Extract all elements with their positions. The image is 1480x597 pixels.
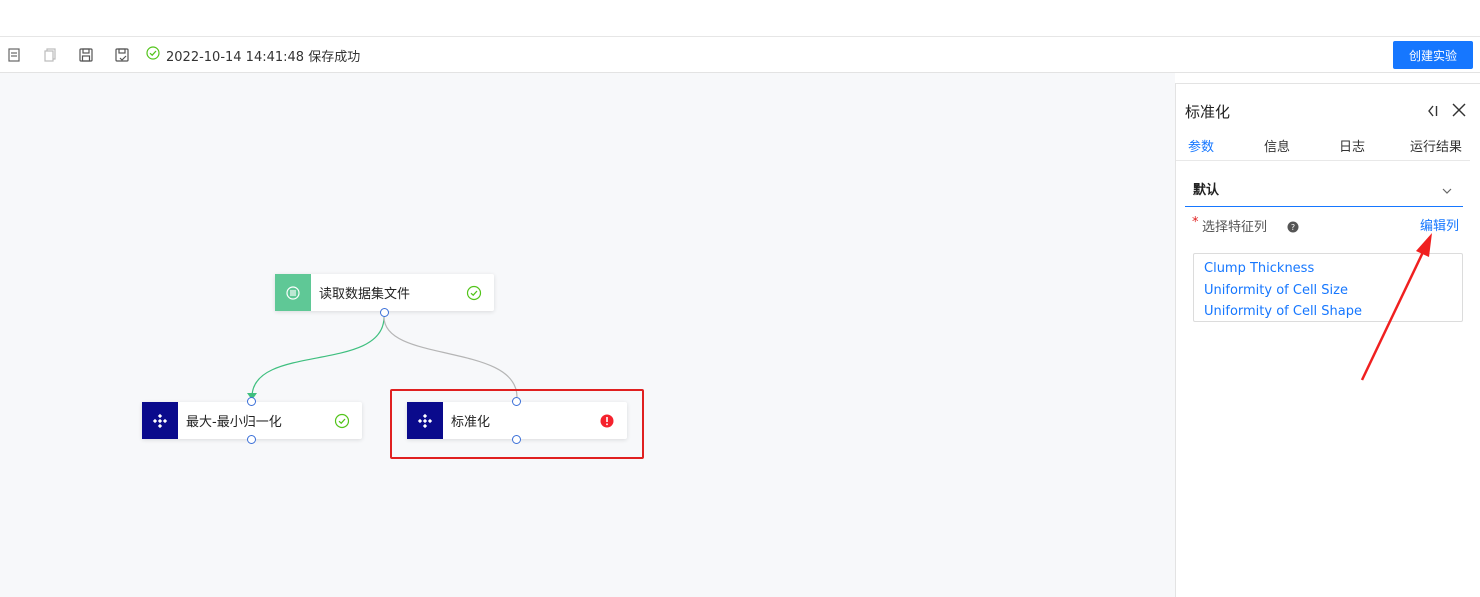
feature-columns-field: * 选择特征列 ? 编辑列 xyxy=(1192,214,1462,235)
save-status-text: 2022-10-14 14:41:48 保存成功 xyxy=(166,49,361,65)
chevron-down-icon xyxy=(1441,182,1453,194)
properties-panel: 标准化 参数 信息 日志 运行结果 默认 * 选择特征列 ? 编辑列 Clump… xyxy=(1175,83,1480,597)
node-label: 最大-最小归一化 xyxy=(186,415,282,430)
panel-title: 标准化 xyxy=(1185,103,1231,121)
success-icon xyxy=(334,413,350,429)
tab-params[interactable]: 参数 xyxy=(1188,136,1214,155)
success-icon xyxy=(466,285,482,301)
component-icon xyxy=(142,402,178,439)
tab-info[interactable]: 信息 xyxy=(1264,136,1290,155)
edges xyxy=(247,316,518,400)
edit-columns-link[interactable]: 编辑列 xyxy=(1420,215,1459,234)
copy-icon[interactable] xyxy=(5,46,23,64)
save-icon[interactable] xyxy=(77,46,95,64)
node-label: 读取数据集文件 xyxy=(319,287,411,302)
input-port[interactable] xyxy=(247,397,256,406)
create-experiment-button[interactable]: 创建实验 xyxy=(1393,41,1473,69)
duplicate-icon[interactable] xyxy=(41,46,59,64)
list-item: Clump Thickness xyxy=(1204,261,1315,276)
workflow-canvas[interactable]: 读取数据集文件 最大-最小归一化 标准化 xyxy=(0,73,1175,597)
save-status: 2022-10-14 14:41:48 保存成功 xyxy=(146,46,361,65)
tab-results[interactable]: 运行结果 xyxy=(1410,136,1462,155)
panel-tabs: 参数 信息 日志 运行结果 xyxy=(1176,132,1470,161)
section-label: 默认 xyxy=(1193,183,1220,198)
top-bar xyxy=(0,0,1480,37)
svg-text:?: ? xyxy=(1291,223,1295,232)
list-item: Uniformity of Cell Shape xyxy=(1204,304,1363,319)
node-minmax-normalize[interactable]: 最大-最小归一化 xyxy=(142,402,362,439)
node-read-dataset[interactable]: 读取数据集文件 xyxy=(275,274,494,311)
output-port[interactable] xyxy=(380,308,389,317)
required-mark: * xyxy=(1192,215,1199,230)
help-icon[interactable]: ? xyxy=(1287,218,1299,233)
tab-logs[interactable]: 日志 xyxy=(1339,136,1365,155)
selected-columns-list: Clump Thickness Uniformity of Cell Size … xyxy=(1193,253,1463,322)
edge-read-to-minmax xyxy=(251,316,385,398)
dataset-icon xyxy=(275,274,311,311)
field-label: 选择特征列 xyxy=(1202,220,1268,235)
annotation-highlight-box xyxy=(390,389,644,459)
save-as-icon[interactable] xyxy=(113,46,131,64)
toolbar: 2022-10-14 14:41:48 保存成功 创建实验 xyxy=(0,37,1480,73)
section-default[interactable]: 默认 xyxy=(1185,172,1463,207)
output-port[interactable] xyxy=(247,435,256,444)
close-icon[interactable] xyxy=(1451,102,1467,118)
collapse-icon[interactable] xyxy=(1426,103,1440,117)
check-circle-icon xyxy=(146,46,160,64)
list-item: Uniformity of Cell Size xyxy=(1204,282,1348,298)
edge-read-to-standardize xyxy=(383,316,518,398)
